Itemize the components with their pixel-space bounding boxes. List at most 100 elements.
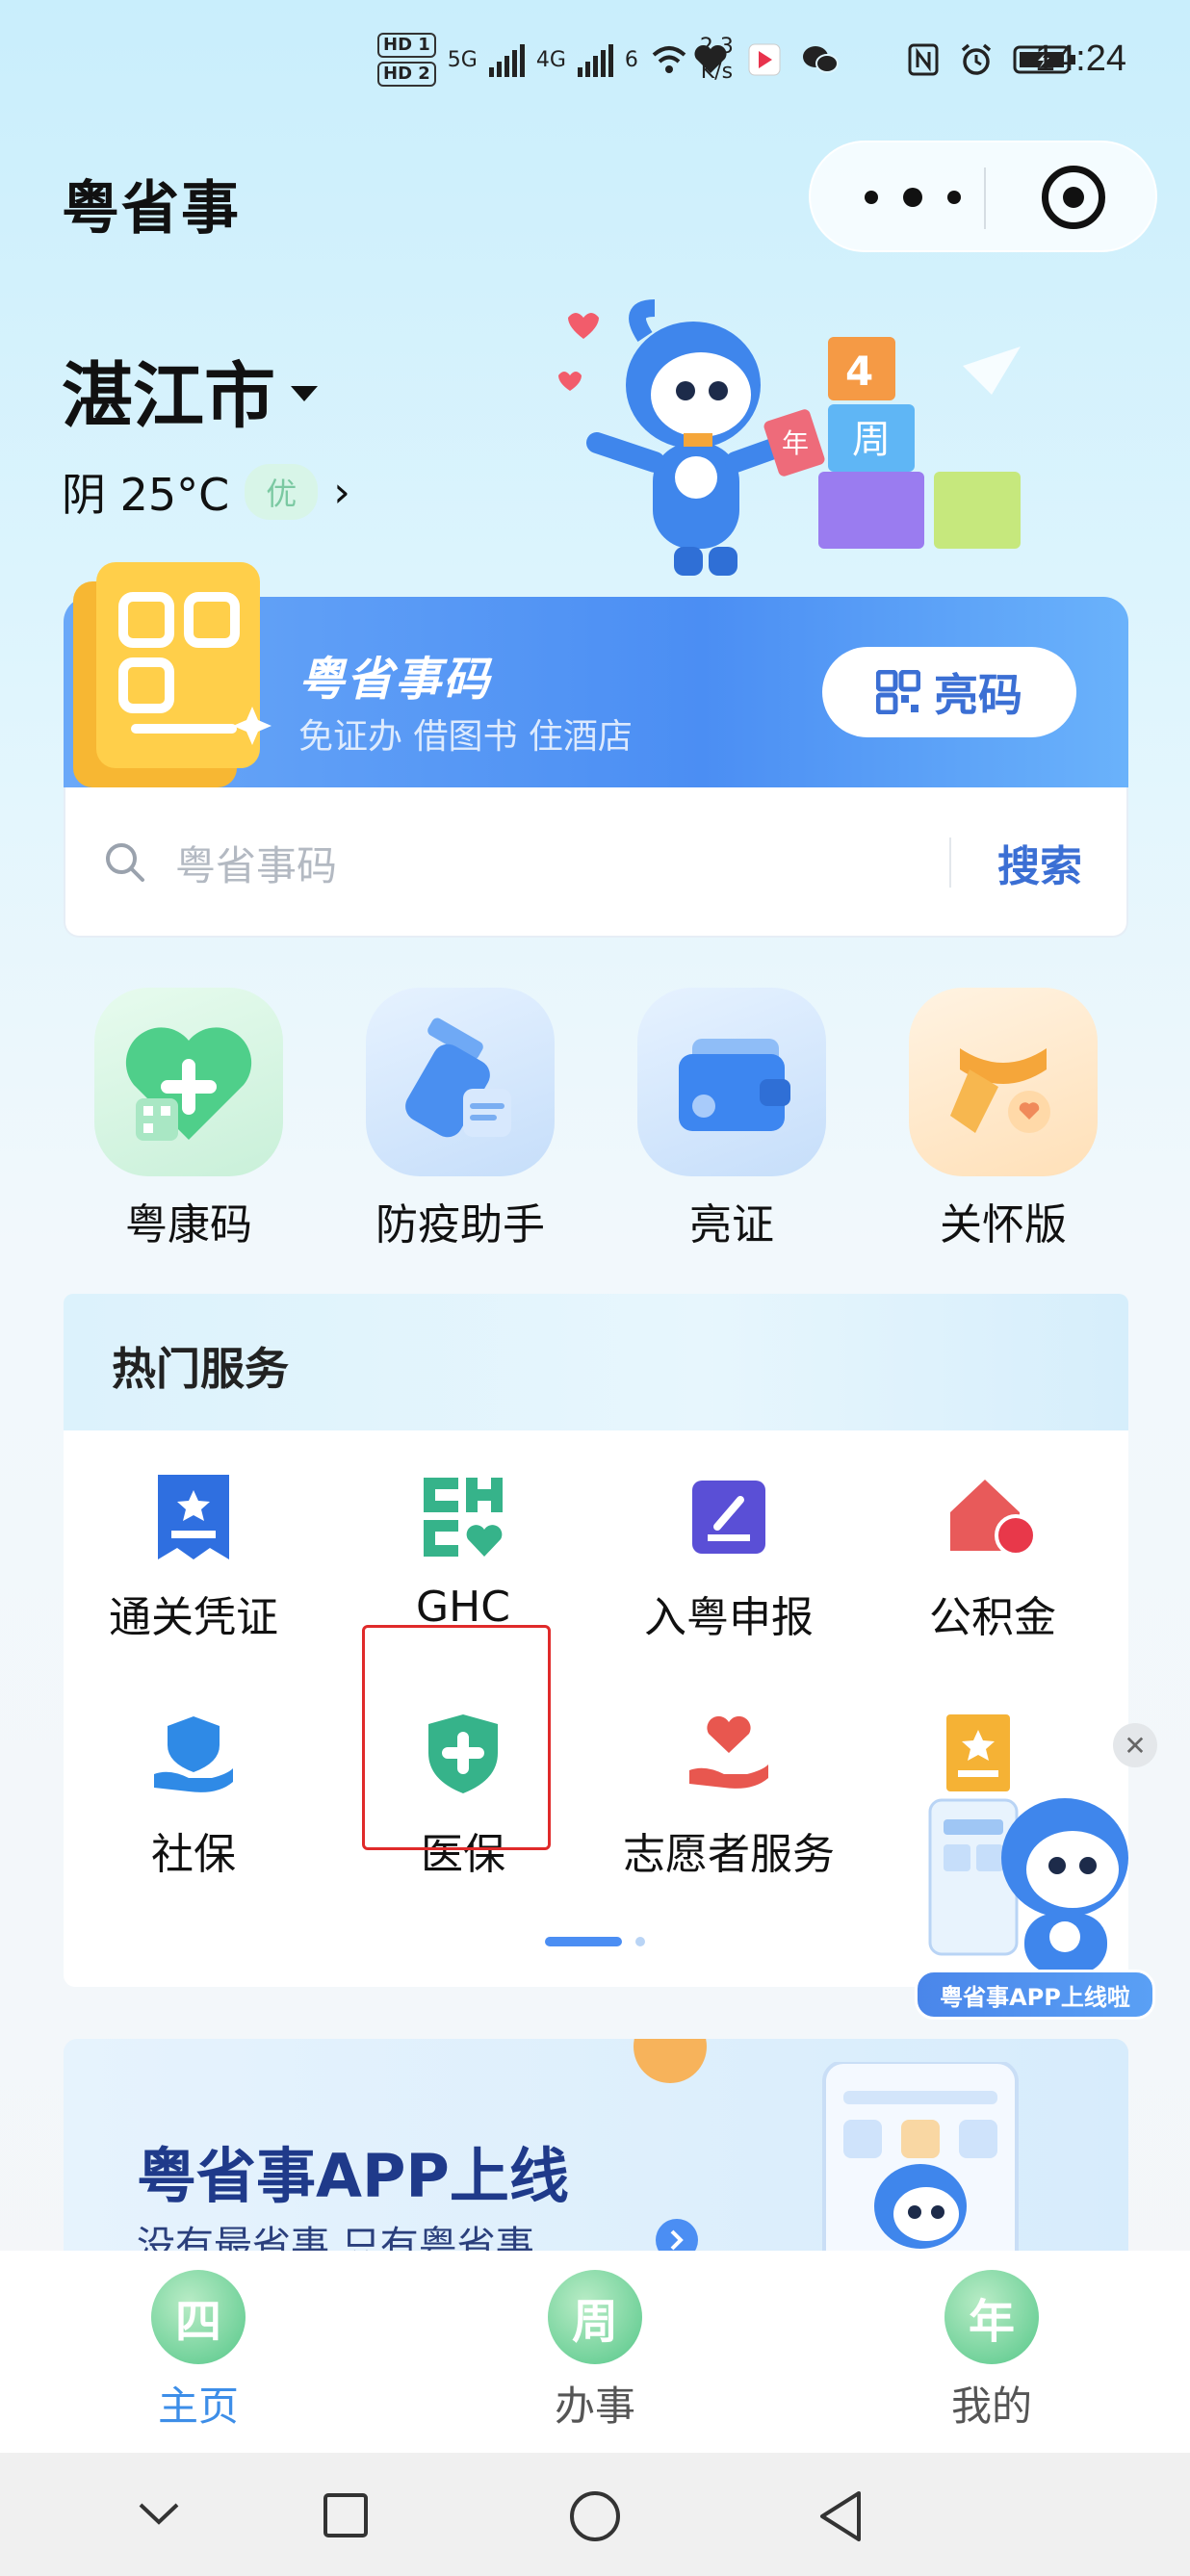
status-notification-icons — [693, 42, 1076, 77]
tab-services[interactable]: 周 办事 — [518, 2270, 672, 2433]
declare-edit-icon — [681, 1469, 777, 1565]
page-indicator — [545, 1937, 645, 1946]
service-label: 社保 — [151, 1830, 236, 1879]
anniversary-mascot-illustration: 年 周 4 — [558, 299, 1021, 576]
hd1-label: HD 1 — [377, 33, 436, 58]
health-code-icon — [94, 988, 283, 1176]
service-label: 入粤申报 — [644, 1593, 814, 1642]
video-app-icon — [748, 43, 781, 76]
service-guangdong-entry-declare[interactable]: 入粤申报 — [599, 1469, 859, 1681]
nfc-icon — [908, 43, 939, 76]
customs-voucher-icon — [145, 1469, 242, 1565]
wechat-icon — [803, 46, 839, 73]
caret-down-icon — [291, 385, 318, 401]
home-tab-icon: 四 — [151, 2270, 246, 2364]
tab-mine[interactable]: 年 我的 — [915, 2270, 1069, 2433]
banner-title: 粤省事APP上线 — [137, 2141, 569, 2211]
nav-recents-icon[interactable] — [322, 2491, 370, 2539]
epidemic-assistant-icon — [366, 988, 555, 1176]
net1-label: 5G — [447, 47, 478, 72]
search-icon — [106, 843, 144, 882]
card-wallet-icon — [637, 988, 826, 1176]
search-button[interactable]: 搜索 — [997, 832, 1082, 893]
service-social-security[interactable]: 社保 — [64, 1706, 323, 1918]
floating-app-promo[interactable]: ✕ 粤省事APP上线啦 — [911, 1723, 1161, 2031]
tab-home[interactable]: 四 主页 — [121, 2270, 275, 2433]
service-label: 志愿者服务 — [623, 1830, 835, 1879]
tab-home-badge: 四 — [174, 2295, 221, 2349]
health-heart-icon — [694, 44, 727, 73]
banner-subtitle: 没有最省事 只有粤省事 — [137, 2224, 534, 2251]
highlight-box-medical-insurance — [362, 1625, 551, 1850]
ghc-icon — [415, 1469, 511, 1565]
quick-entry-health-code[interactable]: 粤康码 — [64, 988, 314, 1257]
arrow-right-circle-icon — [656, 2219, 698, 2251]
service-customs-voucher[interactable]: 通关凭证 — [64, 1469, 323, 1681]
search-input[interactable]: 粤省事码 — [175, 834, 337, 892]
nav-collapse-icon[interactable] — [135, 2495, 183, 2534]
aqi-badge: 优 — [245, 464, 319, 520]
hd2-label: HD 2 — [377, 62, 436, 87]
more-menu-button[interactable] — [865, 175, 961, 219]
weather-row[interactable]: 阴 25°C 优 › — [62, 460, 350, 524]
quick-entry-label: 亮证 — [689, 1200, 774, 1249]
quick-entry-care-edition[interactable]: 关怀版 — [878, 988, 1128, 1257]
svg-text:周: 周 — [852, 418, 891, 462]
capsule-divider — [984, 167, 986, 229]
status-bar: HD 1 HD 2 5G 4G 6 2.3 K/s 14:24 — [0, 0, 1190, 135]
wifi-icon — [652, 46, 686, 73]
show-code-label: 亮码 — [934, 669, 1022, 721]
app-launch-banner[interactable]: 粤省事APP上线 没有最省事 只有粤省事 — [64, 2039, 1128, 2251]
signal-strength-icon — [488, 42, 525, 77]
alarm-icon — [961, 43, 992, 75]
svg-text:4: 4 — [845, 348, 873, 395]
page-dot-active — [545, 1937, 622, 1946]
quick-entry-label: 关怀版 — [940, 1200, 1067, 1249]
service-volunteer[interactable]: 志愿者服务 — [599, 1706, 859, 1918]
tab-label: 我的 — [950, 2383, 1032, 2430]
decor-orb — [634, 2039, 707, 2083]
status-time: 14:24 — [1034, 39, 1126, 79]
services-tab-icon: 周 — [548, 2270, 642, 2364]
nav-back-icon[interactable] — [816, 2489, 865, 2543]
signal-strength-icon-2 — [577, 42, 613, 77]
housing-fund-icon — [944, 1469, 1041, 1565]
qr-code-icon — [876, 670, 920, 714]
yue-code-3d-icon — [73, 562, 272, 787]
search-bar[interactable]: 粤省事码 搜索 — [64, 787, 1128, 938]
bottom-tab-bar: 四 主页 周 办事 年 我的 — [0, 2251, 1190, 2453]
quick-entry-show-license[interactable]: 亮证 — [607, 988, 857, 1257]
status-network-group: HD 1 HD 2 5G 4G 6 2.3 K/s — [377, 33, 734, 87]
close-miniprogram-button[interactable] — [1042, 166, 1105, 229]
weather-text: 阴 25°C — [62, 469, 230, 521]
promo-mascot-illustration — [928, 1798, 1128, 1973]
yue-code-card[interactable]: 粤省事码 免证办 借图书 住酒店 亮码 粤省事码 搜索 — [64, 562, 1128, 938]
app-title: 粤省事 — [62, 175, 241, 243]
hd-volte-indicator: HD 1 HD 2 — [377, 33, 436, 87]
hot-services-header: 热门服务 — [64, 1294, 1128, 1430]
tab-label: 办事 — [554, 2383, 635, 2430]
miniprogram-capsule — [809, 141, 1157, 252]
quick-entries: 粤康码 防疫助手 亮证 关怀版 — [64, 988, 1128, 1257]
nav-home-icon[interactable] — [568, 2489, 622, 2543]
hot-services-title: 热门服务 — [112, 1343, 289, 1395]
show-code-button[interactable]: 亮码 — [822, 647, 1076, 737]
mine-tab-icon: 年 — [944, 2270, 1039, 2364]
chevron-right-icon: › — [333, 467, 350, 517]
svg-text:年: 年 — [782, 427, 809, 459]
promo-tag: 粤省事APP上线啦 — [915, 1970, 1155, 2020]
quick-entry-epidemic-assistant[interactable]: 防疫助手 — [335, 988, 585, 1257]
service-housing-fund[interactable]: 公积金 — [863, 1469, 1123, 1681]
service-label: 公积金 — [929, 1593, 1056, 1642]
city-selector[interactable]: 湛江市 — [62, 339, 318, 442]
tab-mine-badge: 年 — [968, 2295, 1015, 2349]
volunteer-heart-icon — [681, 1706, 777, 1802]
tab-label: 主页 — [157, 2383, 239, 2430]
banner-phone-mascot-illustration — [822, 2062, 1019, 2251]
close-icon[interactable]: ✕ — [1113, 1723, 1157, 1767]
quick-entry-label: 防疫助手 — [375, 1200, 545, 1249]
net2-label: 4G — [535, 47, 566, 72]
quick-entry-label: 粤康码 — [125, 1200, 252, 1249]
wifi-gen-label: 6 — [624, 47, 638, 72]
service-label: 通关凭证 — [109, 1593, 278, 1642]
